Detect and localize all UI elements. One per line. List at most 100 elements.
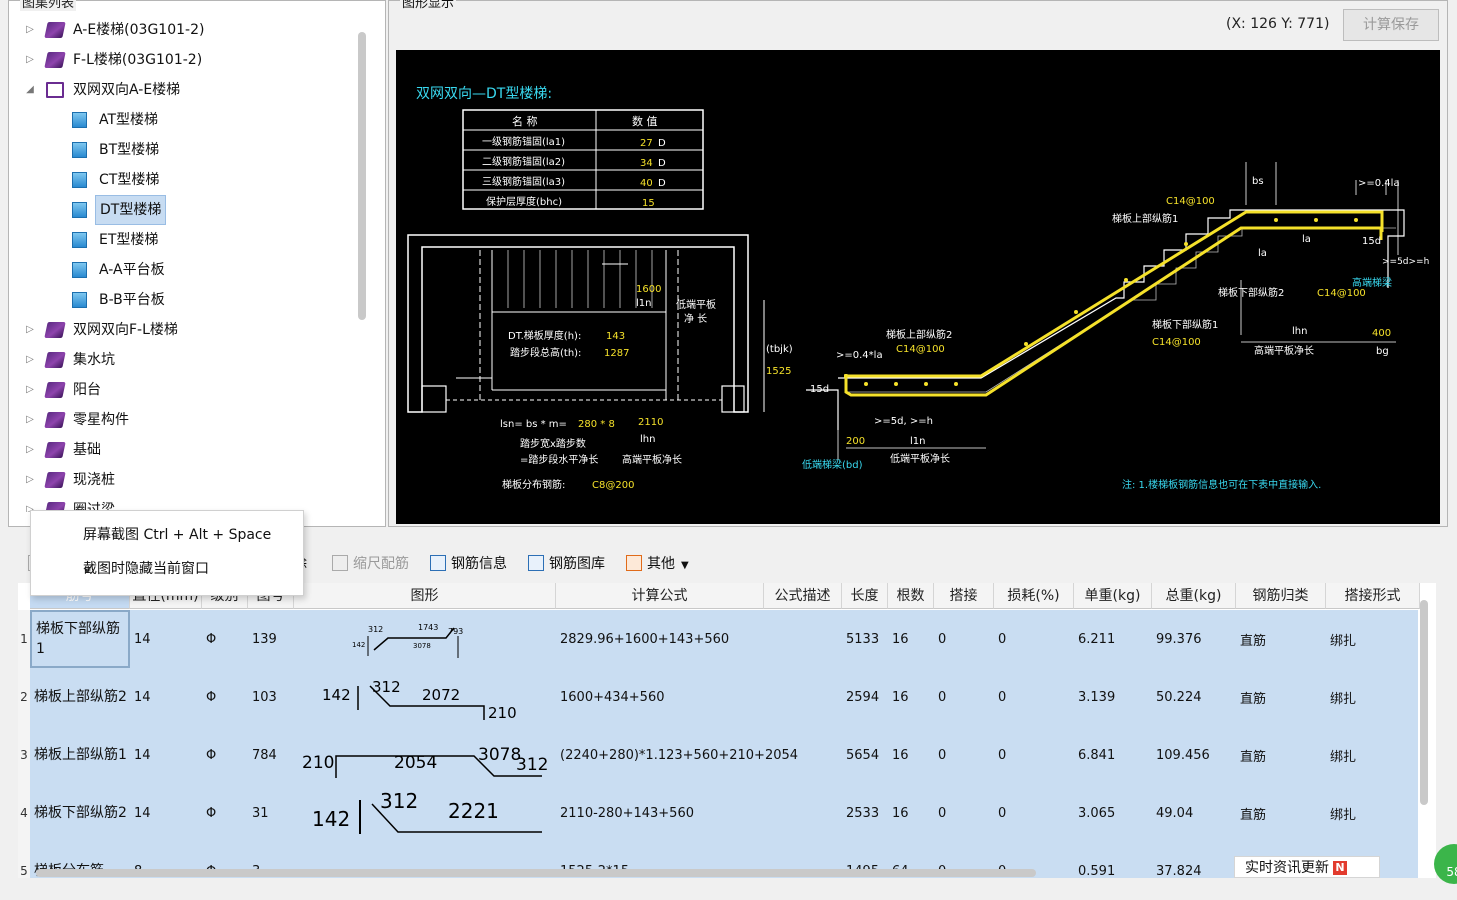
cell-dia[interactable]: 14 [130, 668, 202, 726]
cell-count[interactable]: 16 [888, 668, 934, 726]
cell-unit[interactable]: 3.065 [1074, 784, 1152, 842]
drawing-canvas[interactable]: 双网双向—DT型楼梯: 名 称 数 值 一级钢筋锚固(la1) 27 D 二级钢… [396, 50, 1440, 524]
column-header[interactable]: 搭接 [934, 583, 994, 609]
cell-fig[interactable]: 103 [248, 668, 294, 726]
cell-lapform[interactable]: 绑扎 [1326, 726, 1420, 784]
plan-label: C8@200 [592, 480, 634, 491]
cell-loss[interactable]: 0 [994, 610, 1074, 668]
expand-arrow-icon[interactable]: ▷ [24, 45, 36, 75]
cell-unit[interactable]: 0.591 [1074, 842, 1152, 879]
expand-arrow-icon[interactable]: ▷ [24, 375, 36, 405]
column-header[interactable]: 总重(kg) [1152, 583, 1236, 609]
corner-status-badge[interactable]: 58 [1434, 844, 1457, 884]
cell-dia[interactable]: 14 [130, 610, 202, 668]
expand-arrow-icon[interactable]: ▷ [24, 435, 36, 465]
expand-arrow-icon[interactable]: ▷ [24, 465, 36, 495]
cell-cls[interactable]: 直筋 [1236, 784, 1326, 842]
cell-desc[interactable] [764, 726, 842, 784]
other-dropdown-button[interactable]: 其他 ▼ [626, 553, 689, 575]
cell-loss[interactable]: 0 [994, 668, 1074, 726]
rebar-shape-cell[interactable]: 142 312 2221 [294, 784, 556, 842]
cell-grade[interactable]: Φ [202, 668, 248, 726]
cell-count[interactable]: 16 [888, 610, 934, 668]
column-header[interactable]: 长度 [842, 583, 888, 609]
cell-lap[interactable]: 0 [934, 610, 994, 668]
expand-arrow-icon[interactable]: ▷ [24, 345, 36, 375]
cell-loss[interactable]: 0 [994, 726, 1074, 784]
scale-rebar-button[interactable]: 缩尺配筋 [332, 553, 409, 575]
cell-lapform[interactable]: 绑扎 [1326, 610, 1420, 668]
table-horizontal-scrollbar[interactable] [36, 869, 1036, 877]
cell-total[interactable]: 49.04 [1152, 784, 1236, 842]
cell-cls[interactable]: 直筋 [1236, 726, 1326, 784]
rebar-library-button[interactable]: 钢筋图库 [528, 553, 605, 575]
cell-count[interactable]: 16 [888, 784, 934, 842]
rebar-shape-cell[interactable]: 210 2054 3078 312 [294, 726, 556, 784]
column-header[interactable]: 钢筋归类 [1236, 583, 1326, 609]
cell-lapform[interactable]: 绑扎 [1326, 668, 1420, 726]
column-header[interactable]: 根数 [888, 583, 934, 609]
cell-name[interactable]: 梯板上部纵筋2 [30, 668, 130, 726]
rebar-info-button[interactable]: 钢筋信息 [430, 553, 507, 575]
column-header[interactable]: 损耗(%) [994, 583, 1074, 609]
column-header[interactable]: 公式描述 [764, 583, 842, 609]
cell-desc[interactable] [764, 784, 842, 842]
rebar-shape-cell[interactable]: 142 312 2072 210 [294, 668, 556, 726]
cell-formula[interactable]: 2110-280+143+560 [556, 784, 764, 842]
cell-count[interactable]: 16 [888, 726, 934, 784]
cell-total[interactable]: 99.376 [1152, 610, 1236, 668]
calc-save-button[interactable]: 计算保存 [1343, 9, 1439, 41]
rebar-shape-cell[interactable]: 312 1743 793 3078 142 [294, 610, 556, 668]
column-header[interactable]: 计算公式 [556, 583, 764, 609]
cell-unit[interactable]: 6.841 [1074, 726, 1152, 784]
cell-fig[interactable]: 784 [248, 726, 294, 784]
news-update-popup[interactable]: 实时资讯更新 N [1234, 856, 1380, 878]
cell-formula[interactable]: (2240+280)*1.123+560+210+2054 [556, 726, 798, 784]
cell-name[interactable]: 梯板上部纵筋1 [30, 726, 130, 784]
expand-arrow-icon[interactable]: ▷ [24, 315, 36, 345]
cell-dia[interactable]: 14 [130, 726, 202, 784]
tree-scrollbar[interactable] [358, 32, 366, 320]
cell-name[interactable]: 梯板下部纵筋2 [30, 784, 130, 842]
cell-fig[interactable]: 139 [248, 610, 294, 668]
cell-total[interactable]: 37.824 [1152, 842, 1236, 879]
column-header[interactable]: 单重(kg) [1074, 583, 1152, 609]
cell-len[interactable]: 5654 [842, 726, 888, 784]
cell-len[interactable]: 2594 [842, 668, 888, 726]
cell-cls[interactable]: 直筋 [1236, 668, 1326, 726]
table-row[interactable]: 1 梯板下部纵筋1 14 Φ 139 312 1743 793 3078 142 2829.96+1… [18, 610, 1418, 669]
cell-loss[interactable]: 0 [994, 784, 1074, 842]
cell-desc[interactable] [764, 610, 842, 668]
cell-fig[interactable]: 31 [248, 784, 294, 842]
cell-name[interactable]: 梯板下部纵筋1 [30, 610, 130, 668]
cell-grade[interactable]: Φ [202, 610, 248, 668]
menu-item-screenshot[interactable]: 屏幕截图 Ctrl + Alt + Space [31, 521, 301, 549]
cell-formula[interactable]: 1600+434+560 [556, 668, 764, 726]
cell-formula[interactable]: 2829.96+1600+143+560 [556, 610, 764, 668]
cell-unit[interactable]: 6.211 [1074, 610, 1152, 668]
table-row[interactable]: 4 梯板下部纵筋2 14 Φ 31 142 312 2221 2110-280+143+560 2… [18, 784, 1418, 843]
collapse-arrow-icon[interactable]: ◢ [24, 75, 36, 105]
table-row[interactable]: 3 梯板上部纵筋1 14 Φ 784 210 2054 3078 312 (2240+280)*1… [18, 726, 1418, 785]
menu-item-hide-window[interactable]: ✓ 截图时隐藏当前窗口 [31, 555, 301, 583]
cell-lap[interactable]: 0 [934, 726, 994, 784]
cell-len[interactable]: 2533 [842, 784, 888, 842]
expand-arrow-icon[interactable]: ▷ [24, 15, 36, 45]
cell-desc[interactable] [764, 668, 842, 726]
expand-arrow-icon[interactable]: ▷ [24, 405, 36, 435]
table-row[interactable]: 2 梯板上部纵筋2 14 Φ 103 142 312 2072 210 1600+434+560 2… [18, 668, 1418, 727]
cell-lapform[interactable]: 绑扎 [1326, 784, 1420, 842]
cell-lap[interactable]: 0 [934, 668, 994, 726]
column-header[interactable]: 图形 [294, 583, 556, 609]
cell-len[interactable]: 5133 [842, 610, 888, 668]
cell-total[interactable]: 50.224 [1152, 668, 1236, 726]
cell-unit[interactable]: 3.139 [1074, 668, 1152, 726]
cell-grade[interactable]: Φ [202, 726, 248, 784]
table-vertical-scrollbar[interactable] [1420, 600, 1428, 805]
column-header[interactable]: 搭接形式 [1326, 583, 1420, 609]
cell-lap[interactable]: 0 [934, 784, 994, 842]
cell-dia[interactable]: 14 [130, 784, 202, 842]
cell-grade[interactable]: Φ [202, 784, 248, 842]
cell-cls[interactable]: 直筋 [1236, 610, 1326, 668]
cell-total[interactable]: 109.456 [1152, 726, 1236, 784]
